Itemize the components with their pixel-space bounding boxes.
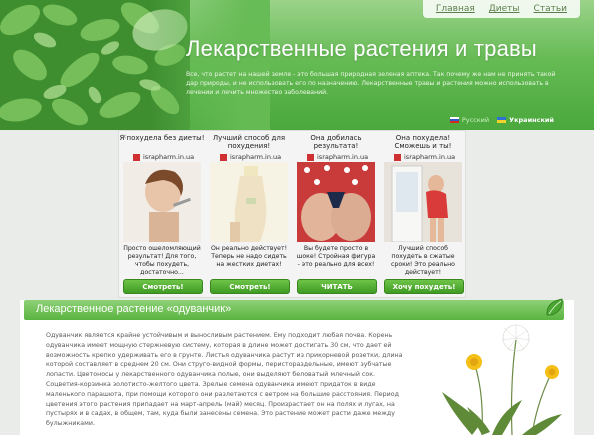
- ad-source-label: israpharm.in.ua: [317, 153, 369, 161]
- russia-flag-icon: [449, 117, 459, 123]
- nav-diets[interactable]: Диеты: [482, 4, 527, 14]
- ad-card[interactable]: Лучший способ для похудения! israpharm.i…: [206, 131, 292, 294]
- lang-ru-link[interactable]: Русский: [449, 116, 490, 124]
- ad-source-label: israpharm.in.ua: [404, 153, 456, 161]
- top-navigation: Главная Диеты Статьи: [422, 0, 580, 18]
- nav-articles[interactable]: Статьи: [527, 4, 574, 14]
- source-icon: [220, 153, 227, 161]
- ad-button[interactable]: Смотреть!: [123, 279, 203, 294]
- ad-headline[interactable]: Она похудела! Сможешь и ты!: [380, 131, 466, 152]
- site-title: Лекарственные растения и травы: [186, 36, 537, 61]
- site-intro: Все, что растет на нашей земле - это бол…: [186, 71, 556, 96]
- lang-ru-label: Русский: [461, 116, 490, 124]
- ad-button[interactable]: Хочу похудеть!: [384, 279, 464, 294]
- ad-card[interactable]: ✕ Я похудела без диеты! israpharm.in.ua …: [119, 131, 205, 294]
- ad-card[interactable]: Она добилась результата! israpharm.in.ua…: [293, 131, 379, 294]
- article-section: Лекарственное растение «одуванчик» Одува…: [20, 298, 574, 435]
- ad-image[interactable]: [123, 162, 201, 242]
- nav-home[interactable]: Главная: [429, 4, 482, 14]
- ad-source: israpharm.in.ua: [119, 152, 205, 162]
- lang-ua-label: Украинский: [509, 116, 554, 124]
- ad-block: ✕ Я похудела без диеты! israpharm.in.ua …: [118, 130, 466, 298]
- ad-source: israpharm.in.ua: [293, 152, 379, 162]
- ad-source: israpharm.in.ua: [206, 152, 292, 162]
- lang-ua-link[interactable]: Украинский: [497, 116, 554, 124]
- ad-source-label: israpharm.in.ua: [143, 153, 195, 161]
- source-icon: [394, 153, 401, 161]
- ad-headline[interactable]: Лучший способ для похудения!: [206, 131, 292, 152]
- ad-headline[interactable]: Она добилась результата!: [293, 131, 379, 152]
- ad-text[interactable]: Просто ошеломляющий результат! Для того,…: [119, 242, 205, 283]
- ad-source: israpharm.in.ua: [380, 152, 466, 162]
- ad-text[interactable]: Вы будете просто в шоке! Стройная фигура…: [293, 242, 379, 283]
- ad-text[interactable]: Он реально действует! Теперь не надо сид…: [206, 242, 292, 283]
- source-icon: [133, 153, 140, 161]
- article-title-bar: Лекарственное растение «одуванчик»: [24, 298, 564, 320]
- ad-source-label: israpharm.in.ua: [230, 153, 282, 161]
- ukraine-flag-icon: [497, 117, 507, 123]
- ad-image[interactable]: [384, 162, 462, 242]
- ad-text[interactable]: Лучший способ похудеть в сжатые сроки! Э…: [380, 242, 466, 283]
- ad-headline[interactable]: Я похудела без диеты!: [119, 131, 205, 152]
- ad-button[interactable]: ЧИТАТЬ: [297, 279, 377, 294]
- article-text: Одуванчик является крайне устойчивым и в…: [46, 332, 403, 428]
- article-title: Лекарственное растение «одуванчик»: [36, 303, 232, 315]
- ad-card[interactable]: Она похудела! Сможешь и ты! israpharm.in…: [380, 131, 466, 294]
- close-icon[interactable]: ✕: [121, 133, 127, 141]
- ad-image[interactable]: [297, 162, 375, 242]
- leaf-icon: [546, 298, 563, 316]
- dandelion-image: [442, 324, 562, 435]
- language-switcher: Русский Украинский: [449, 116, 554, 124]
- source-icon: [307, 153, 314, 161]
- ad-button[interactable]: Смотреть!: [210, 279, 290, 294]
- site-header: Главная Диеты Статьи Лекарственные расте…: [0, 0, 594, 130]
- ad-image[interactable]: [210, 162, 288, 242]
